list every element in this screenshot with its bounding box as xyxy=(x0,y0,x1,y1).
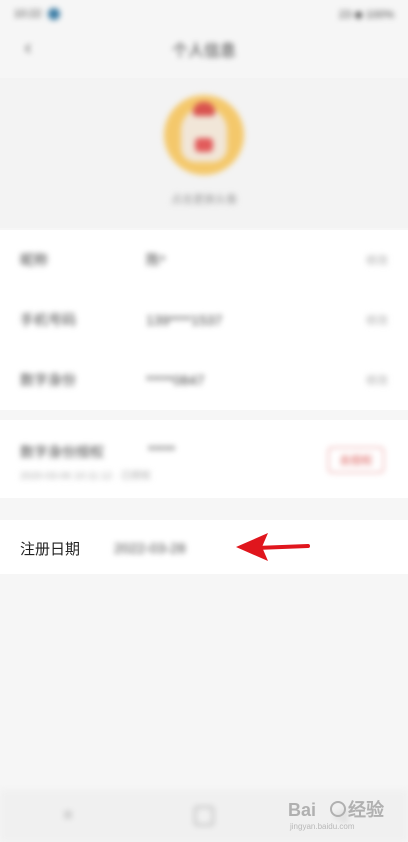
row-value: 陈* xyxy=(146,252,166,268)
binding-subtext: 2020-03-06 10:11:12 · 已授权 xyxy=(20,471,152,482)
app-notification-icon xyxy=(47,8,60,20)
avatar[interactable] xyxy=(164,95,244,175)
arrow-shaft xyxy=(254,544,310,550)
watermark-suffix: 经验 xyxy=(348,799,385,820)
avatar-caption[interactable]: 点击更换头像 xyxy=(0,191,408,207)
annotation-arrow-icon xyxy=(236,533,310,561)
paw-icon xyxy=(330,801,346,817)
watermark-brand: Bai xyxy=(288,800,316,820)
nav-home-icon[interactable] xyxy=(194,806,214,826)
nav-menu-icon[interactable]: ≡ xyxy=(58,806,78,826)
row-label: 昵称 xyxy=(20,252,48,268)
status-right: 23 ◆ 100% xyxy=(339,8,394,21)
nav-bar: ‹ 个人信息 xyxy=(0,28,408,70)
avatar-figure-icon xyxy=(181,102,227,162)
back-button[interactable]: ‹ xyxy=(16,36,40,60)
status-time: 10:22 xyxy=(14,8,42,20)
baidu-jingyan-watermark: Bai 经验 jingyan.baidu.com xyxy=(288,799,385,831)
registration-value: 2022-03-28 xyxy=(114,540,186,556)
page-title: 个人信息 xyxy=(171,43,236,60)
row-action[interactable]: 修改 xyxy=(366,372,388,388)
avatar-section: 点击更换头像 xyxy=(0,78,408,228)
info-row-nickname[interactable]: 昵称 陈* 修改 xyxy=(0,230,408,290)
back-arrow-icon: ‹ xyxy=(24,36,32,59)
registration-card: 注册日期 2022-03-28 xyxy=(0,520,408,574)
binding-value: ***** xyxy=(148,442,176,458)
status-bar: 10:22 23 ◆ 100% xyxy=(0,0,408,28)
info-row-phone[interactable]: 手机号码 139****1537 修改 xyxy=(0,290,408,350)
watermark-url: jingyan.baidu.com xyxy=(289,822,355,831)
row-label: 数字身份 xyxy=(20,372,76,388)
binding-card: 数字身份授权 2020-03-06 10:11:12 · 已授权 ***** 去… xyxy=(0,420,408,498)
row-action[interactable]: 修改 xyxy=(366,312,388,328)
row-value: *****0847 xyxy=(146,372,205,388)
binding-label: 数字身份授权 xyxy=(20,444,104,460)
row-action[interactable]: 修改 xyxy=(366,252,388,268)
registration-label: 注册日期 xyxy=(20,541,81,558)
row-value: 139****1537 xyxy=(146,312,223,328)
authorize-button[interactable]: 去授权 xyxy=(328,447,384,473)
binding-row: 数字身份授权 2020-03-06 10:11:12 · 已授权 ***** 去… xyxy=(0,420,408,498)
screen: 10:22 23 ◆ 100% ‹ 个人信息 点击更换头像 昵称 陈* 修改 手… xyxy=(0,0,408,842)
row-label: 手机号码 xyxy=(20,312,76,328)
info-card: 昵称 陈* 修改 手机号码 139****1537 修改 数字身份 *****0… xyxy=(0,230,408,410)
status-left: 10:22 xyxy=(14,8,60,20)
info-row-digital-id[interactable]: 数字身份 *****0847 修改 xyxy=(0,350,408,410)
registration-row: 注册日期 2022-03-28 xyxy=(0,520,408,574)
